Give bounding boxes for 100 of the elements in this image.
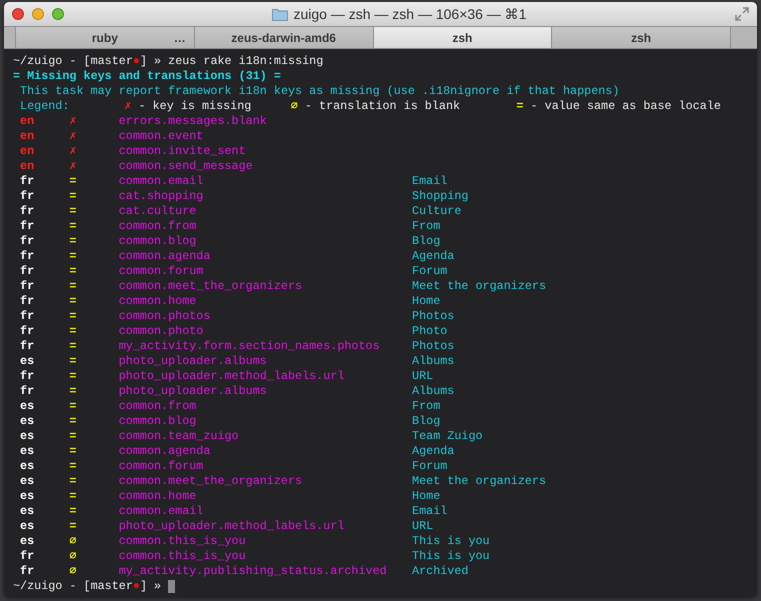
translation-key: common.agenda xyxy=(118,249,210,263)
translation-key: my_activity.form.section_names.photos xyxy=(118,339,380,353)
status-symbol: = xyxy=(69,369,76,383)
status-symbol: = xyxy=(69,384,76,398)
locale-code: fr xyxy=(20,234,34,248)
zoom-button[interactable] xyxy=(52,8,64,20)
status-symbol: = xyxy=(69,264,76,278)
translation-key: common.blog xyxy=(118,234,196,248)
report-header: = Missing keys and translations (31) = xyxy=(13,69,281,84)
translation-value: Culture xyxy=(412,204,462,219)
translation-key: errors.messages.blank xyxy=(118,114,267,128)
translation-key: common.home xyxy=(118,489,196,503)
translation-value: Archived xyxy=(412,564,468,579)
translation-value: Blog xyxy=(412,234,440,249)
translation-value: Albums xyxy=(412,354,454,369)
translation-value: Agenda xyxy=(412,444,454,459)
locale-code: es xyxy=(20,399,34,413)
git-status-dot: ● xyxy=(132,579,140,594)
translation-value: Team Zuigo xyxy=(412,429,483,444)
fullscreen-icon[interactable] xyxy=(735,7,749,21)
window-title: zuigo — zsh — zsh — 106×36 — ⌘1 xyxy=(293,6,527,22)
status-symbol: ∅ xyxy=(69,564,76,578)
terminal-tab[interactable]: zsh xyxy=(551,27,731,48)
status-symbol: = xyxy=(69,294,76,308)
legend-text: - value same as base locale xyxy=(530,99,721,114)
status-symbol: = xyxy=(69,414,76,428)
translation-key: common.this_is_you xyxy=(118,549,246,563)
locale-code: fr xyxy=(20,294,34,308)
status-symbol: ✗ xyxy=(69,129,76,143)
translation-value: Agenda xyxy=(412,249,454,264)
status-symbol: = xyxy=(69,189,76,203)
locale-code: es xyxy=(20,459,34,473)
terminal-tab[interactable]: ruby … xyxy=(15,27,194,48)
translation-key: common.from xyxy=(118,399,196,413)
legend-label: Legend: xyxy=(20,99,70,114)
translation-value: Email xyxy=(412,174,448,189)
translation-key: common.meet_the_organizers xyxy=(118,474,302,488)
close-button[interactable] xyxy=(12,8,24,20)
translation-key: common.email xyxy=(118,174,204,188)
legend-text: - key is missing xyxy=(138,99,252,114)
translation-key: common.agenda xyxy=(118,444,210,458)
status-symbol: = xyxy=(69,249,76,263)
translation-value: Blog xyxy=(412,414,440,429)
locale-code: fr xyxy=(20,279,34,293)
locale-code: fr xyxy=(20,264,34,278)
legend-symbol: ✗ xyxy=(124,99,132,114)
locale-code: fr xyxy=(20,189,34,203)
status-symbol: = xyxy=(69,339,76,353)
status-symbol: = xyxy=(69,219,76,233)
legend-text: - translation is blank xyxy=(304,99,460,114)
prompt-text: ] » xyxy=(140,54,162,69)
prompt-text: ~/zuigo - [master xyxy=(13,54,133,69)
translation-key: common.send_message xyxy=(118,159,253,173)
translation-value: This is you xyxy=(412,534,490,549)
status-symbol: = xyxy=(69,204,76,218)
locale-code: fr xyxy=(20,219,34,233)
translation-key: cat.shopping xyxy=(118,189,204,203)
translation-key: common.forum xyxy=(118,459,204,473)
translation-value: Meet the organizers xyxy=(412,279,546,294)
legend-symbol: = xyxy=(516,99,524,114)
translation-key: common.from xyxy=(118,219,196,233)
status-symbol: = xyxy=(69,309,76,323)
note-text: This task may report framework i18n keys as missing (use .i18nignore if that happens) xyxy=(19,84,620,99)
status-symbol: = xyxy=(69,399,76,413)
translation-value: Shopping xyxy=(412,189,468,204)
locale-code: es xyxy=(20,354,34,368)
translation-key: common.email xyxy=(118,504,204,518)
status-symbol: = xyxy=(69,234,76,248)
translation-value: Photos xyxy=(412,309,454,324)
translation-key: common.event xyxy=(118,129,204,143)
status-symbol: = xyxy=(69,279,76,293)
translation-key: common.photos xyxy=(118,309,210,323)
status-symbol: ✗ xyxy=(69,159,76,173)
terminal-tab[interactable]: zsh xyxy=(372,27,552,48)
status-symbol: ∅ xyxy=(69,534,76,548)
locale-code: en xyxy=(20,159,34,173)
terminal-tab[interactable]: zeus-darwin-amd6 xyxy=(194,27,372,48)
locale-code: es xyxy=(20,444,34,458)
locale-code: fr xyxy=(20,564,34,578)
locale-code: en xyxy=(20,114,34,128)
translation-key: common.forum xyxy=(118,264,204,278)
cursor-icon xyxy=(168,580,176,593)
translation-key: common.meet_the_organizers xyxy=(118,279,302,293)
status-symbol: = xyxy=(69,504,76,518)
translation-key: common.home xyxy=(118,294,196,308)
translation-key: photo_uploader.method_labels.url xyxy=(118,369,344,383)
prompt-text: ~/zuigo - [master xyxy=(13,579,133,594)
locale-code: es xyxy=(20,504,34,518)
status-symbol: ✗ xyxy=(69,144,76,158)
translation-value: Photo xyxy=(412,324,448,339)
status-symbol: = xyxy=(69,354,76,368)
status-symbol: ✗ xyxy=(69,114,76,128)
translation-key: cat.culture xyxy=(118,204,196,218)
status-symbol: = xyxy=(69,324,76,338)
locale-code: fr xyxy=(20,339,34,353)
locale-code: fr xyxy=(20,369,34,383)
minimize-button[interactable] xyxy=(32,8,44,20)
translation-key: photo_uploader.method_labels.url xyxy=(118,519,344,533)
status-symbol: = xyxy=(69,489,76,503)
translation-key: photo_uploader.albums xyxy=(118,354,267,368)
